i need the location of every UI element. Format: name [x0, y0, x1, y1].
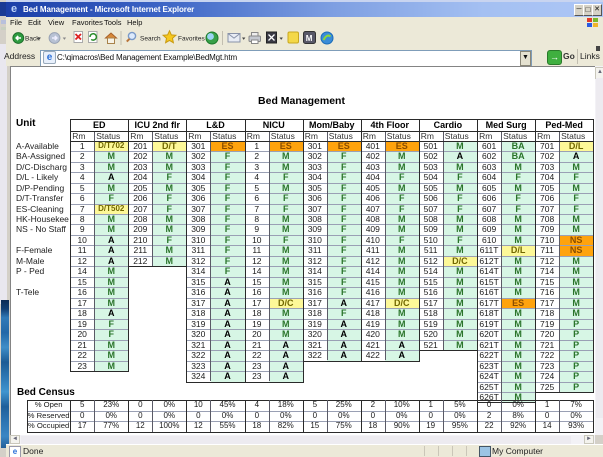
svg-text:Back: Back	[25, 36, 40, 43]
svg-text:Search: Search	[140, 36, 161, 43]
svg-text:Favorites: Favorites	[178, 36, 205, 43]
svg-text:M: M	[306, 34, 313, 43]
